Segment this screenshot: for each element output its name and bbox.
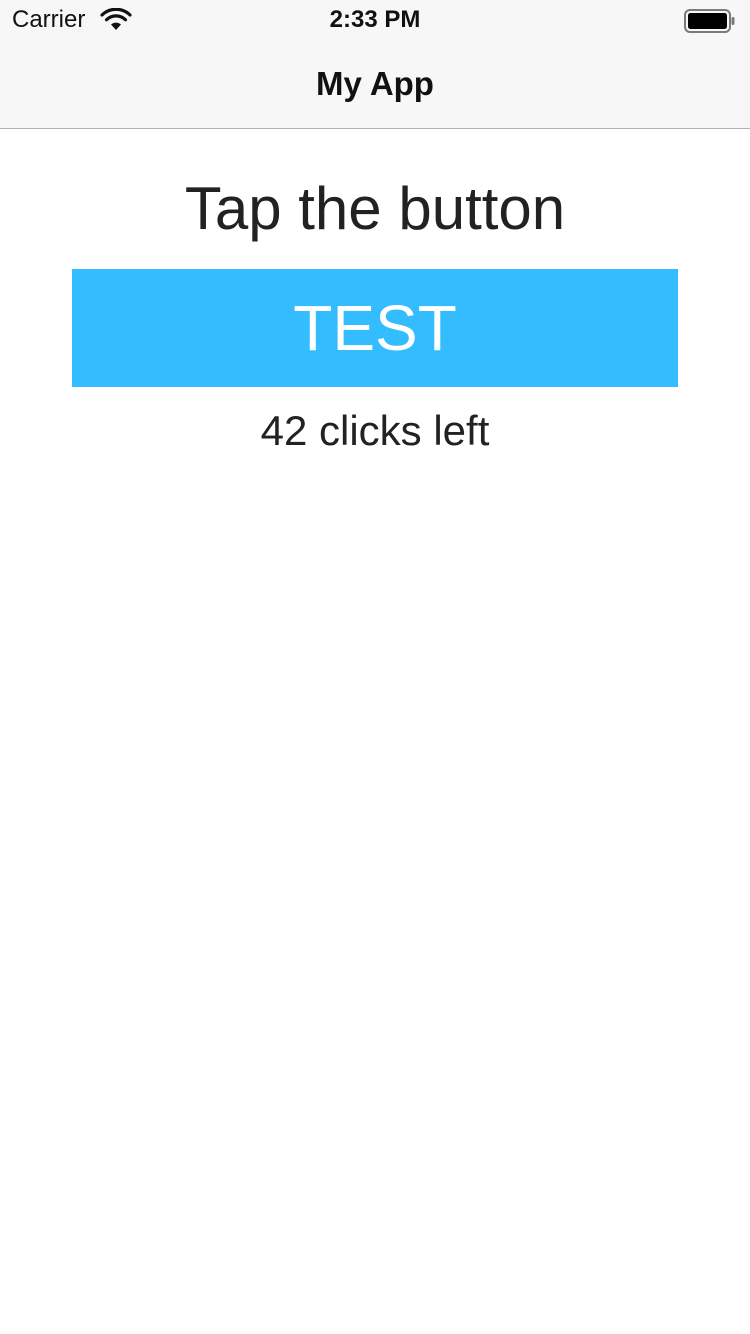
clicks-left-counter: 42 clicks left <box>260 407 490 454</box>
status-time: 2:33 PM <box>329 6 421 33</box>
navigation-bar: My App <box>0 40 750 129</box>
page-heading: Tap the button <box>184 175 566 242</box>
battery-icon <box>684 9 735 33</box>
status-bar: Carrier 2:33 PM <box>0 0 750 40</box>
nav-title: My App <box>316 65 434 102</box>
test-button[interactable]: TEST <box>72 269 678 387</box>
